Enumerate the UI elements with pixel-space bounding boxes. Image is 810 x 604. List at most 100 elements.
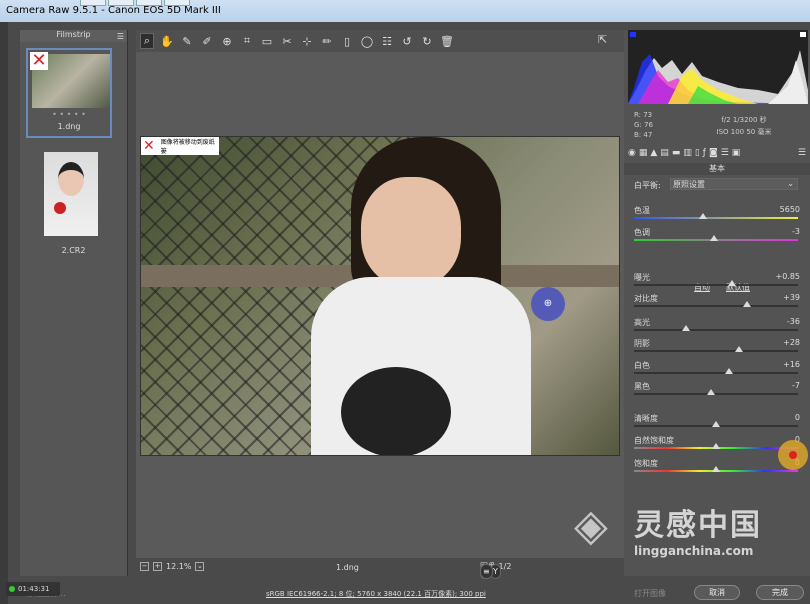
tab-snapshots-icon[interactable]: ▣ xyxy=(732,148,741,162)
timer-value: 01:43:31 xyxy=(18,585,50,593)
slider-knob-icon[interactable] xyxy=(734,346,743,352)
slider-track[interactable] xyxy=(634,305,798,307)
zoom-tool-icon[interactable]: ⌕ xyxy=(140,33,154,49)
zoom-in-icon[interactable]: + xyxy=(153,562,162,571)
tab-tone-curve-icon[interactable]: ▦ xyxy=(639,148,648,162)
done-button[interactable]: 完成 xyxy=(756,585,804,600)
filmstrip-thumb-2[interactable] xyxy=(44,152,98,236)
slider-0[interactable]: 色温 5650 xyxy=(634,205,800,219)
tab-split-toning-icon[interactable]: ▬ xyxy=(672,148,681,162)
red-eye-icon[interactable]: ⊹ xyxy=(300,35,314,48)
target-adjust-icon[interactable]: ⊕ xyxy=(220,35,234,48)
delete-x-icon: ✕ xyxy=(143,138,155,154)
rgb-readout: R: 73 G: 76 B: 47 xyxy=(634,110,653,140)
slider-knob-icon[interactable] xyxy=(728,280,737,286)
slider-value[interactable]: +28 xyxy=(783,338,800,347)
slider-knob-icon[interactable] xyxy=(707,389,716,395)
zoom-out-icon[interactable]: − xyxy=(140,562,149,571)
zoom-controls: − + 12.1% ⌄ xyxy=(140,562,205,571)
tab-detail-icon[interactable]: ▲ xyxy=(650,148,657,162)
slider-label: 自然饱和度 xyxy=(634,436,674,445)
slider-knob-icon[interactable] xyxy=(710,235,719,241)
slider-track[interactable] xyxy=(634,372,798,374)
slider-5[interactable]: 阴影 +28 xyxy=(634,338,800,352)
preferences-icon[interactable]: ☷ xyxy=(380,35,394,48)
white-balance-tool-icon[interactable]: ✎ xyxy=(180,35,194,48)
crop-tool-icon[interactable]: ⌗ xyxy=(240,34,254,48)
slider-knob-icon[interactable] xyxy=(725,368,734,374)
filmstrip-panel: Filmstrip ☰ ✕ • • • • • 1.dng 2.CR2 xyxy=(20,30,128,576)
b-value: B: 47 xyxy=(634,131,653,139)
slider-value[interactable]: 5650 xyxy=(780,205,800,214)
fullscreen-icon[interactable]: ⇱ xyxy=(598,33,607,46)
image-preview[interactable]: ✕ 图像将被移动到废纸篓 ⊕ xyxy=(136,52,626,558)
radial-filter-icon[interactable]: ◯ xyxy=(360,35,374,48)
slider-value[interactable]: 0 xyxy=(795,413,800,422)
camera-info: f/2 1/3200 秒 ISO 100 50 毫米 xyxy=(684,114,804,138)
slider-track[interactable] xyxy=(634,329,798,331)
r-value: R: 73 xyxy=(634,111,653,119)
aperture-shutter: f/2 1/3200 秒 xyxy=(721,116,767,124)
watermark-logo-icon: ◈ xyxy=(574,500,608,551)
tab-presets-icon[interactable]: ☰ xyxy=(721,148,729,162)
color-sampler-icon[interactable]: ✐ xyxy=(200,35,214,48)
slider-value[interactable]: -7 xyxy=(792,381,800,390)
tab-camera-calibration-icon[interactable]: ◙ xyxy=(709,148,718,162)
tab-fx-icon[interactable]: ƒ xyxy=(703,148,706,162)
tab-effects-icon[interactable]: ▯ xyxy=(695,148,700,162)
tab-lens-icon[interactable]: ▥ xyxy=(683,148,692,162)
adjustment-brush-icon[interactable]: ✏ xyxy=(320,35,334,48)
rotate-left-icon[interactable]: ↺ xyxy=(400,35,414,48)
spot-removal-icon[interactable]: ✂ xyxy=(280,35,294,48)
slider-knob-icon[interactable] xyxy=(698,213,707,219)
slider-label: 对比度 xyxy=(634,294,658,303)
straighten-tool-icon[interactable]: ▭ xyxy=(260,35,274,48)
slider-knob-icon[interactable] xyxy=(743,301,752,307)
slider-track[interactable] xyxy=(634,393,798,395)
slider-value[interactable]: -3 xyxy=(792,227,800,236)
zoom-dropdown-icon[interactable]: ⌄ xyxy=(195,562,205,571)
slider-4[interactable]: 高光 -36 xyxy=(634,317,800,331)
panel-menu-icon[interactable]: ☰ xyxy=(798,148,810,162)
slider-3[interactable]: 对比度 +39 xyxy=(634,293,800,307)
slider-track[interactable] xyxy=(634,284,798,286)
slider-knob-icon[interactable] xyxy=(712,443,720,449)
slider-6[interactable]: 白色 +16 xyxy=(634,360,800,374)
slider-track[interactable] xyxy=(634,350,798,352)
histogram[interactable] xyxy=(628,30,808,104)
tab-basic-icon[interactable]: ◉ xyxy=(628,148,636,162)
filmstrip-thumb-1[interactable]: ✕ • • • • • 1.dng xyxy=(26,48,112,138)
slider-label: 色调 xyxy=(634,228,650,237)
iso-focal: ISO 100 50 毫米 xyxy=(716,128,772,136)
slider-value[interactable]: +0.85 xyxy=(775,272,800,281)
preview-photo: ✕ 图像将被移动到废纸篓 ⊕ xyxy=(140,136,620,456)
filmstrip-menu-icon[interactable]: ☰ xyxy=(117,32,124,41)
slider-1[interactable]: 色调 -3 xyxy=(634,227,800,241)
graduated-filter-icon[interactable]: ▯ xyxy=(340,35,354,48)
rating-stars[interactable]: • • • • • xyxy=(28,110,110,119)
slider-7[interactable]: 黑色 -7 xyxy=(634,381,800,395)
cancel-button[interactable]: 取消 xyxy=(694,585,740,600)
zoom-level[interactable]: 12.1% xyxy=(166,562,191,571)
rotate-right-icon[interactable]: ↻ xyxy=(420,35,434,48)
slider-knob-icon[interactable] xyxy=(712,466,720,472)
slider-knob-icon[interactable] xyxy=(712,421,720,427)
tab-hsl-icon[interactable]: ▤ xyxy=(660,148,669,162)
slider-track[interactable] xyxy=(634,217,798,219)
workflow-options-link[interactable]: sRGB IEC61966-2.1; 8 位; 5760 x 3840 (22.… xyxy=(266,589,486,599)
wb-select[interactable]: 原照设置 ⌄ xyxy=(670,178,798,190)
trash-icon[interactable]: 🗑 xyxy=(440,35,454,48)
preview-status-bar: − + 12.1% ⌄ 1.dng ◂ ▸ 图像 1/2 Y ⇅ ⇄ ≡ xyxy=(136,558,626,579)
slider-8[interactable]: 清晰度 0 xyxy=(634,413,800,427)
toggle-settings-icon[interactable]: ≡ xyxy=(480,564,493,579)
hand-tool-icon[interactable]: ✋ xyxy=(160,35,174,48)
slider-2[interactable]: 曝光 +0.85 xyxy=(634,272,800,286)
slider-knob-icon[interactable] xyxy=(682,325,691,331)
slider-value[interactable]: +16 xyxy=(783,360,800,369)
slider-10[interactable]: 饱和度0 xyxy=(634,458,800,472)
slider-9[interactable]: 自然饱和度 0 xyxy=(634,435,800,449)
open-image-button[interactable]: 打开图像 xyxy=(634,588,666,599)
slider-value[interactable]: -36 xyxy=(787,317,800,326)
wb-select-value: 原照设置 xyxy=(673,180,705,189)
slider-value[interactable]: +39 xyxy=(783,293,800,302)
